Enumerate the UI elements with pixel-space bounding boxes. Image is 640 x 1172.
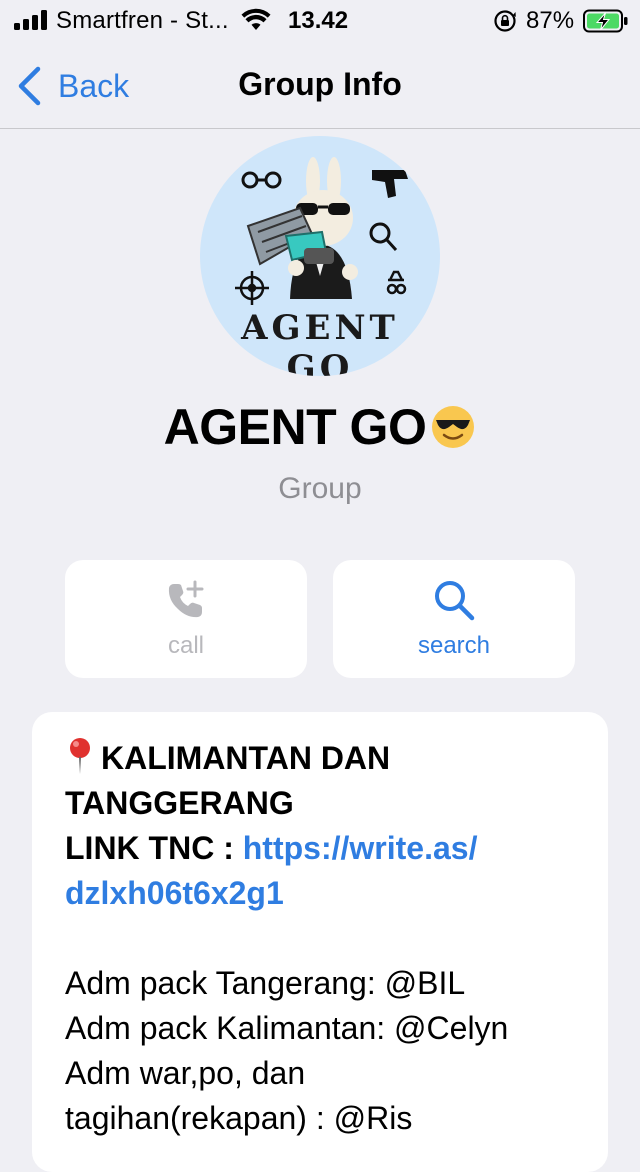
search-label: search [417, 632, 491, 659]
call-button[interactable]: call [65, 560, 307, 678]
description-line: Adm war,po, dan [65, 1055, 306, 1091]
search-icon [435, 581, 475, 621]
status-bar: Smartfren - St... 13.42 87% [0, 0, 640, 42]
description-line: Adm pack Tangerang: @BIL [65, 965, 466, 1001]
clock: 13.42 [288, 7, 349, 34]
link-prefix: LINK TNC : [65, 830, 243, 866]
group-name-text: AGENT GO [163, 399, 427, 455]
call-label: call [167, 632, 204, 659]
wifi-icon [241, 8, 271, 30]
battery-charging-icon [583, 9, 628, 33]
group-subtitle: Group [278, 472, 362, 505]
group-name: AGENT GO [0, 398, 640, 456]
description-line: KALIMANTAN DAN [65, 736, 585, 781]
tnc-link[interactable]: https://write.as/ [243, 830, 478, 866]
battery-percentage: 87% [526, 7, 575, 34]
phone-add-icon [168, 580, 204, 618]
group-description: KALIMANTAN DAN TANGGERANG LINK TNC : htt… [65, 736, 585, 1141]
description-line: LINK TNC : https://write.as/ [65, 826, 585, 871]
description-line: TANGGERANG [65, 785, 294, 821]
orientation-lock-icon [494, 10, 516, 32]
binoculars-icon [241, 171, 282, 189]
group-avatar[interactable]: AGENT GO [200, 136, 440, 376]
description-line: tagihan(rekapan) : @Ris [65, 1100, 413, 1136]
page-title: Group Info [238, 66, 402, 102]
group-description-card: KALIMANTAN DAN TANGGERANG LINK TNC : htt… [32, 712, 608, 1172]
carrier-name: Smartfren - St... [56, 7, 229, 34]
round-pushpin-icon [70, 738, 90, 774]
search-button[interactable]: search [333, 560, 575, 678]
smiling-face-with-sunglasses-icon [432, 406, 475, 448]
spy-icon [386, 270, 407, 295]
navigation-bar: Back Group Info [0, 42, 640, 129]
magnifier-icon [369, 222, 398, 252]
tnc-link-continued[interactable]: dzlxh06t6x2g1 [65, 871, 585, 916]
pistol-icon [372, 170, 408, 198]
avatar-logo-text: AGENT GO [241, 308, 399, 376]
description-line: Adm pack Kalimantan: @Celyn [65, 1010, 509, 1046]
signal-strength-icon [14, 10, 50, 30]
crosshair-icon [235, 271, 269, 305]
